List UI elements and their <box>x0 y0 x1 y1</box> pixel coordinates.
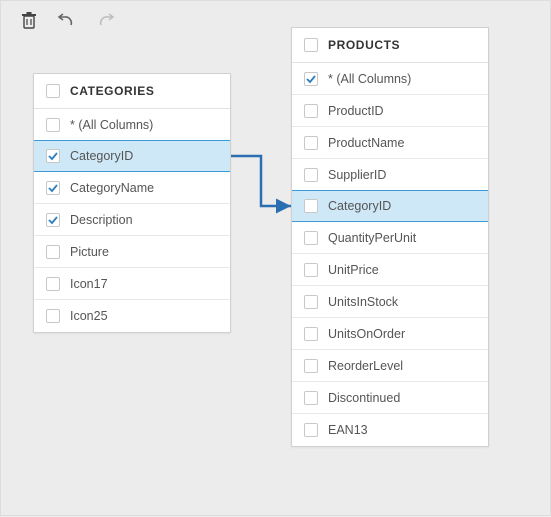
column-label: CategoryID <box>70 149 133 163</box>
column-label: ReorderLevel <box>328 359 403 373</box>
column-row[interactable]: * (All Columns) <box>292 63 488 95</box>
column-row[interactable]: ProductName <box>292 127 488 159</box>
column-row[interactable]: CategoryName <box>34 172 230 204</box>
column-label: UnitPrice <box>328 263 379 277</box>
column-row[interactable]: UnitsOnOrder <box>292 318 488 350</box>
checkbox-icon[interactable] <box>46 277 60 291</box>
column-row[interactable]: ProductID <box>292 95 488 127</box>
column-label: CategoryID <box>328 199 391 213</box>
checkbox-icon[interactable] <box>304 72 318 86</box>
column-row[interactable]: * (All Columns) <box>34 109 230 141</box>
column-row[interactable]: SupplierID <box>292 159 488 191</box>
delete-icon[interactable] <box>19 11 39 31</box>
checkbox-icon[interactable] <box>46 84 60 98</box>
column-row[interactable]: EAN13 <box>292 414 488 446</box>
checkbox-icon[interactable] <box>46 213 60 227</box>
column-label: EAN13 <box>328 423 368 437</box>
column-row[interactable]: ReorderLevel <box>292 350 488 382</box>
checkbox-icon[interactable] <box>304 263 318 277</box>
column-label: Picture <box>70 245 109 259</box>
column-label: Icon17 <box>70 277 108 291</box>
checkbox-icon[interactable] <box>304 359 318 373</box>
column-row[interactable]: UnitPrice <box>292 254 488 286</box>
column-row[interactable]: Description <box>34 204 230 236</box>
column-label: Description <box>70 213 133 227</box>
checkbox-icon[interactable] <box>304 168 318 182</box>
checkbox-icon[interactable] <box>304 38 318 52</box>
table-title: CATEGORIES <box>70 84 154 98</box>
column-row[interactable]: Icon17 <box>34 268 230 300</box>
column-label: UnitsInStock <box>328 295 398 309</box>
column-label: SupplierID <box>328 168 386 182</box>
table-categories[interactable]: CATEGORIES * (All Columns) CategoryID Cate… <box>33 73 231 333</box>
column-label: * (All Columns) <box>328 72 411 86</box>
column-row[interactable]: UnitsInStock <box>292 286 488 318</box>
column-label: Discontinued <box>328 391 400 405</box>
checkbox-icon[interactable] <box>46 118 60 132</box>
column-label: * (All Columns) <box>70 118 153 132</box>
column-label: UnitsOnOrder <box>328 327 405 341</box>
checkbox-icon[interactable] <box>46 309 60 323</box>
checkbox-icon[interactable] <box>304 136 318 150</box>
checkbox-icon[interactable] <box>304 295 318 309</box>
checkbox-icon[interactable] <box>46 149 60 163</box>
column-label: CategoryName <box>70 181 154 195</box>
checkbox-icon[interactable] <box>304 231 318 245</box>
column-row[interactable]: Picture <box>34 236 230 268</box>
table-title: PRODUCTS <box>328 38 400 52</box>
checkbox-icon[interactable] <box>304 423 318 437</box>
column-row[interactable]: CategoryID <box>292 190 488 222</box>
table-header-products: PRODUCTS <box>292 28 488 63</box>
column-label: ProductID <box>328 104 384 118</box>
redo-icon[interactable] <box>95 11 115 31</box>
checkbox-icon[interactable] <box>304 104 318 118</box>
table-header-categories: CATEGORIES <box>34 74 230 109</box>
checkbox-icon[interactable] <box>304 199 318 213</box>
column-row[interactable]: Discontinued <box>292 382 488 414</box>
undo-icon[interactable] <box>57 11 77 31</box>
column-row[interactable]: QuantityPerUnit <box>292 222 488 254</box>
column-label: Icon25 <box>70 309 108 323</box>
column-row[interactable]: Icon25 <box>34 300 230 332</box>
table-products[interactable]: PRODUCTS * (All Columns) ProductID Product… <box>291 27 489 447</box>
toolbar <box>19 11 115 31</box>
checkbox-icon[interactable] <box>304 391 318 405</box>
checkbox-icon[interactable] <box>46 181 60 195</box>
column-label: ProductName <box>328 136 404 150</box>
column-label: QuantityPerUnit <box>328 231 416 245</box>
column-row[interactable]: CategoryID <box>34 140 230 172</box>
checkbox-icon[interactable] <box>46 245 60 259</box>
checkbox-icon[interactable] <box>304 327 318 341</box>
